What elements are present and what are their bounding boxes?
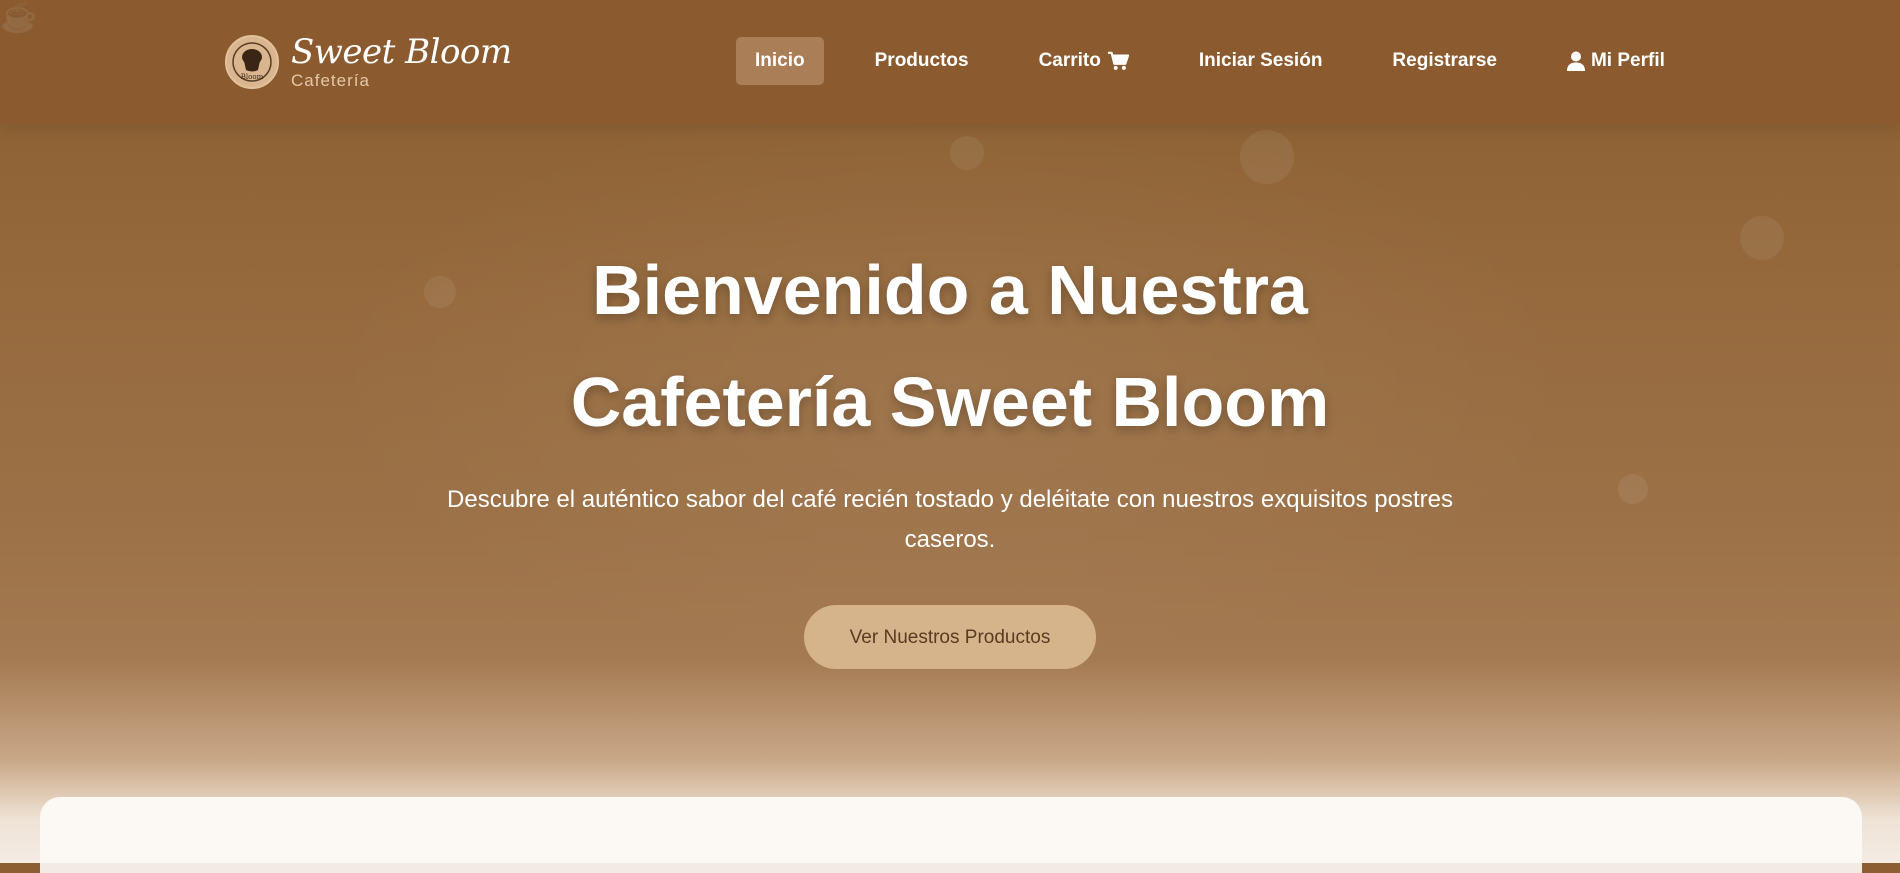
brand-text: Sweet Bloom Cafetería [291,33,512,91]
nav-item-label: Carrito [1038,50,1101,71]
view-products-button[interactable]: Ver Nuestros Productos [804,605,1096,669]
nav-item-registrarse[interactable]: Registrarse [1373,37,1516,85]
coffee-cup-icon: ☕ [0,1,38,34]
site-header: ☕ Bloom Sweet Bloom Cafetería Inicio Pro… [0,0,1900,124]
logo-icon: Bloom [225,35,279,89]
nav-item-label: Iniciar Sesión [1198,50,1323,71]
hero-title-line-2: Cafetería Sweet Bloom [570,363,1330,441]
content-card [40,797,1862,873]
nav-item-label: Productos [874,50,969,71]
hero-title-line-1: Bienvenido a Nuestra [592,251,1308,329]
brand-name: Sweet Bloom [291,32,512,72]
hero-section: Bienvenido a Nuestra Cafetería Sweet Blo… [0,124,1900,669]
content-section-edge [40,863,1862,873]
page: ☕ Bloom Sweet Bloom Cafetería Inicio Pro… [0,0,1900,873]
user-icon [1566,51,1585,71]
cart-icon [1107,51,1129,70]
nav-item-iniciar-sesion[interactable]: Iniciar Sesión [1180,37,1342,85]
nav-item-productos[interactable]: Productos [856,37,988,85]
hero-title: Bienvenido a Nuestra Cafetería Sweet Blo… [450,124,1450,458]
hero-description: Descubre el auténtico sabor del café rec… [447,486,1453,553]
nav-item-label: Mi Perfil [1590,50,1665,71]
brand[interactable]: Bloom Sweet Bloom Cafetería [225,32,512,92]
nav-item-label: Inicio [755,50,805,71]
svg-text:Bloom: Bloom [241,73,264,81]
main-nav: Inicio Productos Carrito Iniciar Sesión … [736,37,1684,85]
nav-item-label: Registrarse [1392,50,1497,71]
nav-item-carrito[interactable]: Carrito [1020,37,1148,85]
nav-item-inicio[interactable]: Inicio [736,37,824,85]
brand-subtitle: Cafetería [291,71,370,90]
nav-item-mi-perfil[interactable]: Mi Perfil [1548,37,1684,85]
